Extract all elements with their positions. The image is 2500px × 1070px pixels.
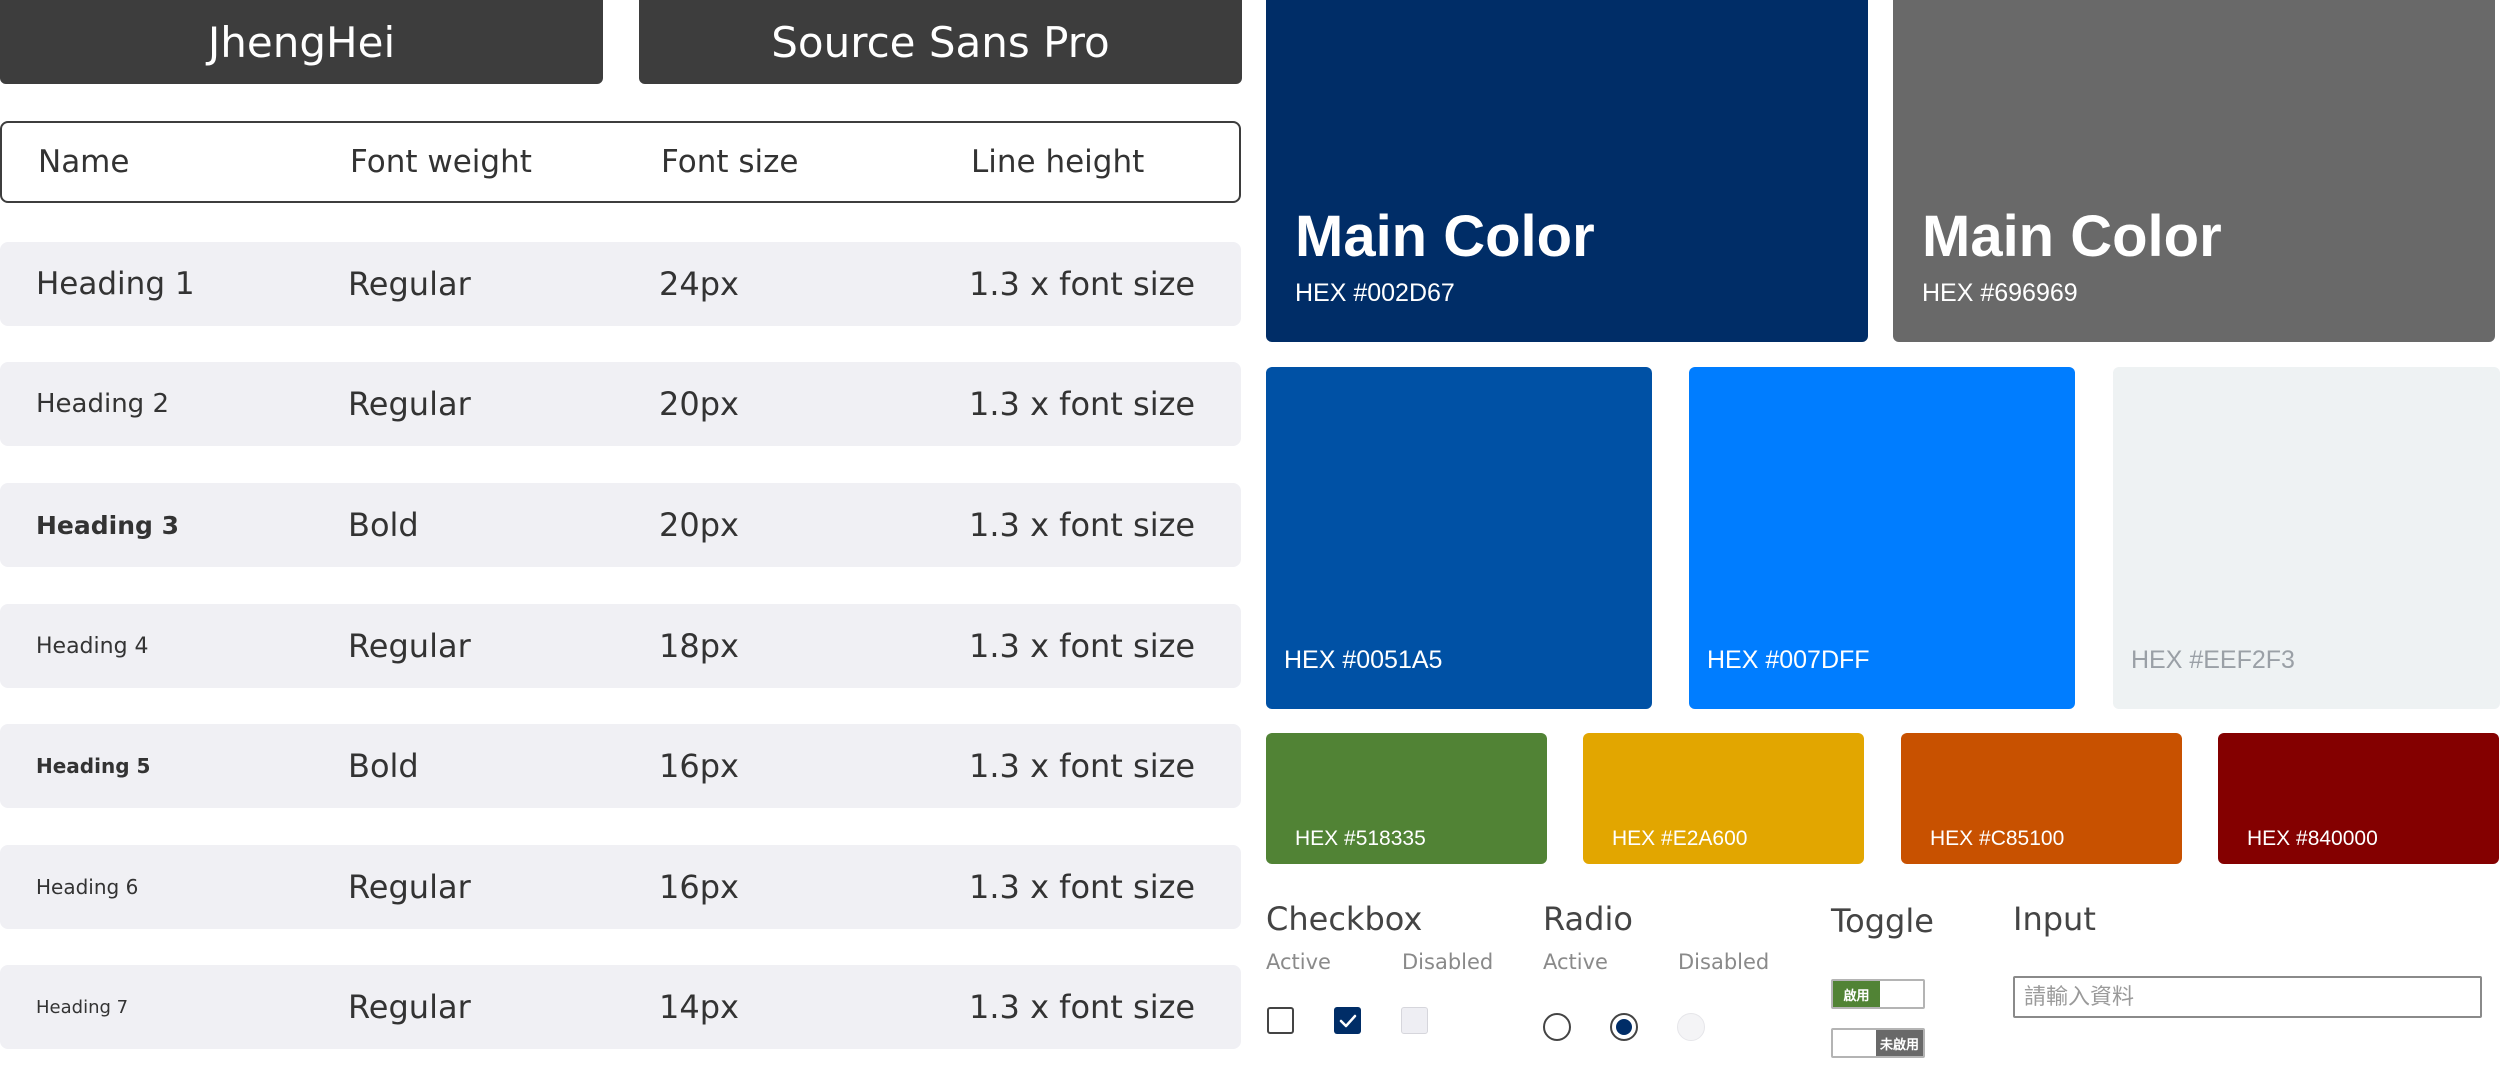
data-input-field[interactable] <box>2013 976 2482 1018</box>
checkbox-checked[interactable] <box>1334 1007 1361 1034</box>
table-row: Heading 3 Bold 20px 1.3 x font size <box>0 483 1241 567</box>
swatch-title: Main Color <box>1295 204 1595 269</box>
radio-dot-icon <box>1616 1019 1632 1035</box>
input-section-title: Input <box>2013 900 2096 938</box>
radio-selected[interactable] <box>1610 1013 1638 1041</box>
toggle-section-title: Toggle <box>1831 902 1934 940</box>
row-line-height: 1.3 x font size <box>969 747 1196 785</box>
checkbox-section-title: Checkbox <box>1266 900 1423 938</box>
table-row: Heading 2 Regular 20px 1.3 x font size <box>0 362 1241 446</box>
design-system-page: JhengHei Source Sans Pro Name Font weigh… <box>0 0 2500 1070</box>
row-font-size: 14px <box>659 988 739 1026</box>
color-swatch-main-blue: Main Color HEX #002D67 <box>1266 0 1868 342</box>
row-line-height: 1.3 x font size <box>969 988 1196 1026</box>
row-font-size: 24px <box>659 265 739 303</box>
toggle-on-label: 啟用 <box>1833 981 1880 1007</box>
row-font-size: 16px <box>659 747 739 785</box>
row-line-height: 1.3 x font size <box>969 385 1196 423</box>
row-line-height: 1.3 x font size <box>969 506 1196 544</box>
radio-section-title: Radio <box>1543 900 1633 938</box>
row-name: Heading 6 <box>36 875 139 899</box>
swatch-hex-label: HEX #696969 <box>1922 279 2078 307</box>
table-row: Heading 7 Regular 14px 1.3 x font size <box>0 965 1241 1049</box>
checkmark-icon <box>1339 1014 1356 1027</box>
table-row: Heading 1 Regular 24px 1.3 x font size <box>0 242 1241 326</box>
row-line-height: 1.3 x font size <box>969 868 1196 906</box>
swatch-title: Main Color <box>1922 204 2222 269</box>
swatch-hex-label: HEX #E2A600 <box>1612 827 1748 850</box>
checkbox-unchecked[interactable] <box>1267 1007 1294 1034</box>
color-swatch-secondary-blue: HEX #0051A5 <box>1266 367 1652 709</box>
row-font-weight: Regular <box>348 988 471 1026</box>
row-font-weight: Bold <box>348 506 419 544</box>
color-swatch-bright-blue: HEX #007DFF <box>1689 367 2075 709</box>
checkbox-active-label: Active <box>1266 950 1331 974</box>
toggle-enabled[interactable]: 啟用 <box>1831 979 1925 1009</box>
row-name: Heading 1 <box>36 266 195 302</box>
row-font-size: 18px <box>659 627 739 665</box>
swatch-hex-label: HEX #002D67 <box>1295 279 1455 307</box>
row-font-size: 20px <box>659 506 739 544</box>
typography-table-header: Name Font weight Font size Line height <box>0 121 1241 203</box>
table-row: Heading 6 Regular 16px 1.3 x font size <box>0 845 1241 929</box>
color-swatch-main-gray: Main Color HEX #696969 <box>1893 0 2495 342</box>
row-font-weight: Bold <box>348 747 419 785</box>
radio-unselected[interactable] <box>1543 1013 1571 1041</box>
radio-disabled <box>1677 1013 1705 1041</box>
swatch-hex-label: HEX #840000 <box>2247 827 2378 850</box>
row-font-weight: Regular <box>348 868 471 906</box>
column-header-font-weight: Font weight <box>350 144 532 180</box>
row-line-height: 1.3 x font size <box>969 627 1196 665</box>
row-name: Heading 5 <box>36 754 151 778</box>
swatch-hex-label: HEX #EEF2F3 <box>2131 646 2295 674</box>
toggle-off-label: 未啟用 <box>1876 1030 1923 1056</box>
swatch-hex-label: HEX #518335 <box>1295 827 1426 850</box>
font-tab-jhenghei[interactable]: JhengHei <box>0 0 603 84</box>
row-font-weight: Regular <box>348 265 471 303</box>
row-font-weight: Regular <box>348 627 471 665</box>
row-name: Heading 7 <box>36 996 129 1018</box>
column-header-font-size: Font size <box>661 144 799 180</box>
color-swatch-green: HEX #518335 <box>1266 733 1547 864</box>
swatch-hex-label: HEX #0051A5 <box>1284 646 1443 674</box>
toggle-disabled[interactable]: 未啟用 <box>1831 1028 1925 1058</box>
row-name: Heading 2 <box>36 389 169 419</box>
row-font-weight: Regular <box>348 385 471 423</box>
checkbox-disabled <box>1401 1007 1428 1034</box>
color-swatch-orange: HEX #C85100 <box>1901 733 2182 864</box>
row-font-size: 20px <box>659 385 739 423</box>
font-tab-source-sans-pro[interactable]: Source Sans Pro <box>639 0 1242 84</box>
swatch-hex-label: HEX #007DFF <box>1707 646 1870 674</box>
color-swatch-yellow: HEX #E2A600 <box>1583 733 1864 864</box>
table-row: Heading 5 Bold 16px 1.3 x font size <box>0 724 1241 808</box>
radio-active-label: Active <box>1543 950 1608 974</box>
column-header-name: Name <box>38 144 130 180</box>
checkbox-disabled-label: Disabled <box>1402 950 1494 974</box>
color-swatch-light-gray: HEX #EEF2F3 <box>2113 367 2500 709</box>
radio-disabled-label: Disabled <box>1678 950 1770 974</box>
row-name: Heading 3 <box>36 510 180 540</box>
column-header-line-height: Line height <box>971 144 1145 180</box>
row-line-height: 1.3 x font size <box>969 265 1196 303</box>
row-font-size: 16px <box>659 868 739 906</box>
color-swatch-dark-red: HEX #840000 <box>2218 733 2499 864</box>
swatch-hex-label: HEX #C85100 <box>1930 827 2065 850</box>
row-name: Heading 4 <box>36 633 149 659</box>
table-row: Heading 4 Regular 18px 1.3 x font size <box>0 604 1241 688</box>
